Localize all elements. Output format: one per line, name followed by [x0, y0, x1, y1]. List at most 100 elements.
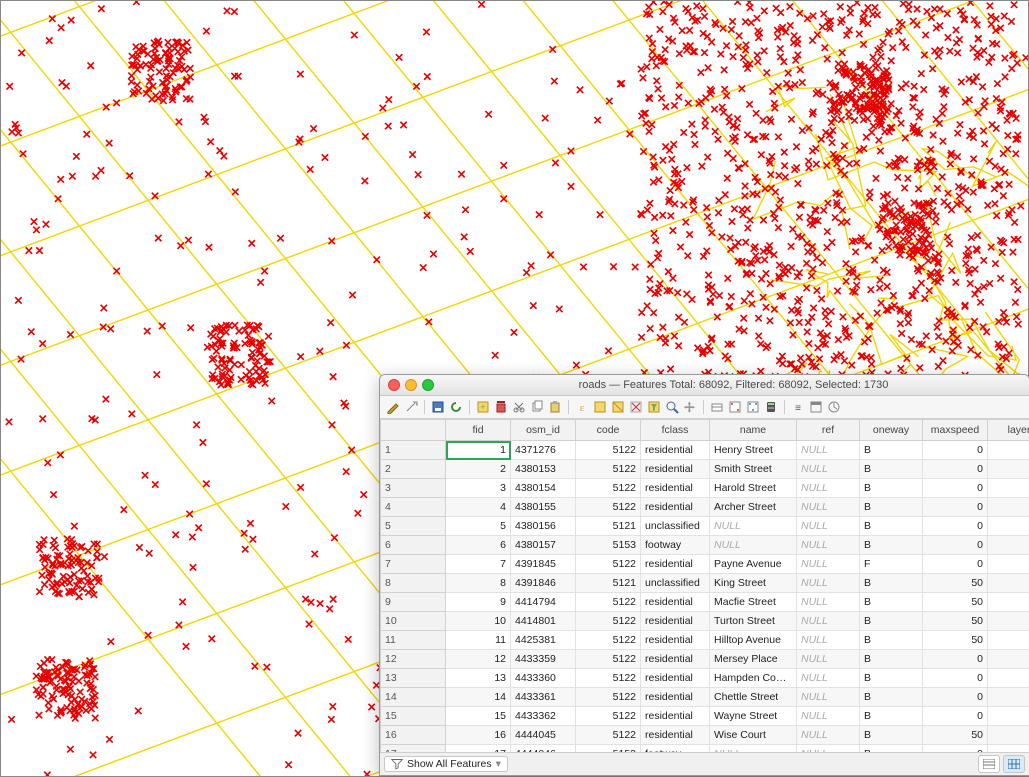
cell-name[interactable]: Payne Avenue	[710, 555, 797, 574]
cell-osm_id[interactable]: 4433359	[511, 650, 576, 669]
row-header[interactable]: 2	[381, 460, 446, 479]
row-header[interactable]: 12	[381, 650, 446, 669]
table-row[interactable]: 2243801535122residentialSmith StreetNULL…	[381, 460, 1029, 479]
cell-fid[interactable]: 9	[446, 593, 511, 612]
cell-ref[interactable]: NULL	[797, 669, 860, 688]
calc-field-button[interactable]	[763, 399, 779, 415]
cell-maxspeed[interactable]: 50	[923, 593, 988, 612]
cell-layer[interactable]: 0	[988, 536, 1029, 555]
cell-ref[interactable]: NULL	[797, 631, 860, 650]
cell-fclass[interactable]: residential	[641, 726, 710, 745]
cell-fid[interactable]: 5	[446, 517, 511, 536]
column-header-layer[interactable]: layer	[988, 420, 1029, 441]
cell-oneway[interactable]: B	[860, 688, 923, 707]
cell-name[interactable]: Harold Street	[710, 479, 797, 498]
cell-ref[interactable]: NULL	[797, 479, 860, 498]
table-row[interactable]: 161644440455122residentialWise CourtNULL…	[381, 726, 1029, 745]
cell-fid[interactable]: 7	[446, 555, 511, 574]
cell-osm_id[interactable]: 4444046	[511, 745, 576, 753]
copy-button[interactable]	[529, 399, 545, 415]
cell-osm_id[interactable]: 4380154	[511, 479, 576, 498]
cell-oneway[interactable]: B	[860, 707, 923, 726]
cell-code[interactable]: 5122	[576, 555, 641, 574]
cell-ref[interactable]: NULL	[797, 650, 860, 669]
table-row[interactable]: 1143712765122residentialHenry StreetNULL…	[381, 441, 1029, 460]
actions-button[interactable]	[826, 399, 842, 415]
cell-name[interactable]: Smith Street	[710, 460, 797, 479]
cell-name[interactable]: NULL	[710, 536, 797, 555]
cell-code[interactable]: 5121	[576, 574, 641, 593]
cell-fid[interactable]: 3	[446, 479, 511, 498]
row-header[interactable]: 11	[381, 631, 446, 650]
edit-field-button[interactable]	[709, 399, 725, 415]
deselect-button[interactable]	[628, 399, 644, 415]
cell-layer[interactable]: 0	[988, 441, 1029, 460]
cell-ref[interactable]: NULL	[797, 612, 860, 631]
cell-maxspeed[interactable]: 0	[923, 688, 988, 707]
cell-maxspeed[interactable]: 0	[923, 498, 988, 517]
cell-oneway[interactable]: B	[860, 726, 923, 745]
cell-fid[interactable]: 6	[446, 536, 511, 555]
cell-ref[interactable]: NULL	[797, 688, 860, 707]
close-button[interactable]	[388, 379, 400, 391]
cell-osm_id[interactable]: 4433360	[511, 669, 576, 688]
cell-layer[interactable]: 0	[988, 726, 1029, 745]
refresh-button[interactable]	[448, 399, 464, 415]
select-all-button[interactable]	[592, 399, 608, 415]
cell-layer[interactable]: 0	[988, 669, 1029, 688]
cell-fid[interactable]: 4	[446, 498, 511, 517]
cell-name[interactable]: Wayne Street	[710, 707, 797, 726]
cell-fid[interactable]: 14	[446, 688, 511, 707]
cell-maxspeed[interactable]: 50	[923, 612, 988, 631]
cell-name[interactable]: Turton Street	[710, 612, 797, 631]
cell-code[interactable]: 5122	[576, 631, 641, 650]
cell-layer[interactable]: 0	[988, 574, 1029, 593]
row-header[interactable]: 14	[381, 688, 446, 707]
row-header[interactable]: 4	[381, 498, 446, 517]
cell-fclass[interactable]: residential	[641, 593, 710, 612]
cell-code[interactable]: 5122	[576, 479, 641, 498]
cell-layer[interactable]: 0	[988, 555, 1029, 574]
table-row[interactable]: 9944147945122residentialMacfie StreetNUL…	[381, 593, 1029, 612]
cell-ref[interactable]: NULL	[797, 726, 860, 745]
cell-fclass[interactable]: residential	[641, 498, 710, 517]
row-header[interactable]: 6	[381, 536, 446, 555]
table-row[interactable]: 171744440465153footwayNULLNULLB00FF	[381, 745, 1029, 753]
table-row[interactable]: 141444333615122residentialChettle Street…	[381, 688, 1029, 707]
row-header[interactable]: 15	[381, 707, 446, 726]
cell-oneway[interactable]: B	[860, 669, 923, 688]
cell-layer[interactable]: 0	[988, 745, 1029, 753]
cell-name[interactable]: Henry Street	[710, 441, 797, 460]
cell-fid[interactable]: 12	[446, 650, 511, 669]
row-header[interactable]: 8	[381, 574, 446, 593]
cell-fid[interactable]: 2	[446, 460, 511, 479]
cell-code[interactable]: 5122	[576, 498, 641, 517]
cell-ref[interactable]: NULL	[797, 555, 860, 574]
cell-fclass[interactable]: unclassified	[641, 574, 710, 593]
column-header-fclass[interactable]: fclass	[641, 420, 710, 441]
row-header[interactable]: 9	[381, 593, 446, 612]
cell-code[interactable]: 5121	[576, 517, 641, 536]
cell-ref[interactable]: NULL	[797, 460, 860, 479]
cell-fclass[interactable]: unclassified	[641, 517, 710, 536]
table-row[interactable]: 151544333625122residentialWayne StreetNU…	[381, 707, 1029, 726]
cell-name[interactable]: Macfie Street	[710, 593, 797, 612]
vert2-button[interactable]	[745, 399, 761, 415]
cell-layer[interactable]: 0	[988, 593, 1029, 612]
cell-osm_id[interactable]: 4391845	[511, 555, 576, 574]
cell-osm_id[interactable]: 4371276	[511, 441, 576, 460]
cell-oneway[interactable]: B	[860, 593, 923, 612]
cell-ref[interactable]: NULL	[797, 745, 860, 753]
cell-code[interactable]: 5122	[576, 688, 641, 707]
cell-layer[interactable]: 0	[988, 460, 1029, 479]
scissors-button[interactable]	[511, 399, 527, 415]
cell-oneway[interactable]: B	[860, 612, 923, 631]
dock-button[interactable]	[808, 399, 824, 415]
cell-layer[interactable]: 0	[988, 517, 1029, 536]
cell-name[interactable]: Hilltop Avenue	[710, 631, 797, 650]
cell-maxspeed[interactable]: 0	[923, 479, 988, 498]
cell-code[interactable]: 5122	[576, 441, 641, 460]
cell-code[interactable]: 5122	[576, 726, 641, 745]
cell-fid[interactable]: 10	[446, 612, 511, 631]
column-header-fid[interactable]: fid	[446, 420, 511, 441]
